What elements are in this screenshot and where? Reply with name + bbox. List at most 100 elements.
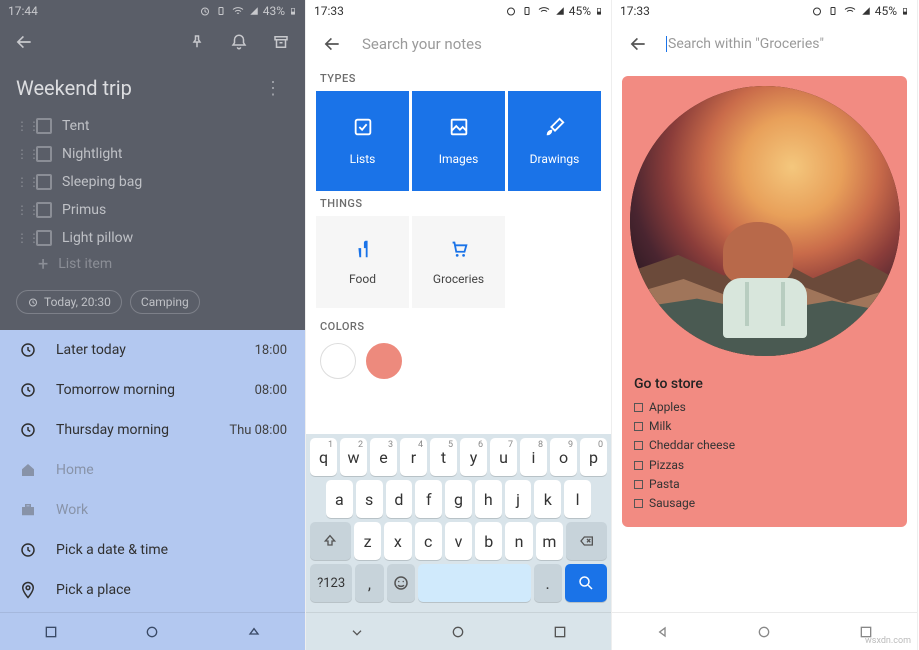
more-button[interactable]: ⋮ [257, 72, 289, 104]
reminder-chip[interactable]: Today, 20:30 [16, 290, 122, 314]
thing-groceries[interactable]: Groceries [412, 216, 505, 308]
note-toolbar [0, 22, 305, 62]
label-chip[interactable]: Camping [130, 290, 200, 314]
key-h[interactable]: h [475, 480, 502, 518]
color-white[interactable] [320, 343, 356, 379]
nav-bar [306, 612, 611, 650]
thing-food[interactable]: Food [316, 216, 409, 308]
note-title[interactable]: Weekend trip [16, 76, 132, 100]
key-b[interactable]: b [475, 522, 502, 560]
checkbox[interactable] [36, 230, 52, 246]
pick-date-time[interactable]: Pick a date & time [0, 530, 305, 570]
key-e[interactable]: e3 [370, 438, 397, 476]
key-j[interactable]: j [505, 480, 532, 518]
key-space[interactable] [418, 564, 531, 602]
reminder-home[interactable]: Home [0, 450, 305, 490]
color-coral[interactable] [366, 343, 402, 379]
drag-handle-icon[interactable]: ⋮⋮ [16, 119, 26, 133]
reminder-button[interactable] [223, 26, 255, 58]
key-l[interactable]: l [564, 480, 591, 518]
key-g[interactable]: g [445, 480, 472, 518]
nav-keyboard-hide[interactable] [349, 624, 365, 640]
drag-handle-icon[interactable]: ⋮⋮ [16, 231, 26, 245]
key-i[interactable]: i8 [520, 438, 547, 476]
reminder-later-today[interactable]: Later today 18:00 [0, 330, 305, 370]
status-time: 17:44 [8, 4, 38, 18]
key-f[interactable]: f [415, 480, 442, 518]
key-p[interactable]: p0 [580, 438, 607, 476]
list-item[interactable]: ⋮⋮Tent [0, 112, 305, 140]
archive-button[interactable] [265, 26, 297, 58]
note-title-row: Weekend trip ⋮ [0, 62, 305, 112]
pin-button[interactable] [181, 26, 213, 58]
nav-home[interactable] [450, 624, 466, 640]
key-u[interactable]: u7 [490, 438, 517, 476]
key-w[interactable]: w2 [340, 438, 367, 476]
signal-icon [249, 5, 259, 17]
key-search[interactable] [565, 564, 607, 602]
key-c[interactable]: c [415, 522, 442, 560]
checkbox[interactable] [36, 146, 52, 162]
key-o[interactable]: o9 [550, 438, 577, 476]
drag-handle-icon[interactable]: ⋮⋮ [16, 203, 26, 217]
nav-home[interactable] [144, 624, 160, 640]
search-input[interactable]: Search within "Groceries" [668, 36, 824, 52]
types-grid: Lists Images Drawings [306, 91, 611, 191]
add-list-item[interactable]: +List item [0, 252, 305, 282]
type-lists[interactable]: Lists [316, 91, 409, 191]
nav-recent[interactable] [552, 624, 568, 640]
note-card[interactable]: Go to store Apples Milk Cheddar cheese P… [622, 76, 907, 527]
list-item[interactable]: ⋮⋮Primus [0, 196, 305, 224]
back-button[interactable] [316, 28, 348, 60]
reminder-tomorrow[interactable]: Tomorrow morning 08:00 [0, 370, 305, 410]
nav-back[interactable] [655, 624, 671, 640]
key-s[interactable]: s [356, 480, 383, 518]
key-period[interactable]: . [534, 564, 562, 602]
back-button[interactable] [8, 26, 40, 58]
key-emoji[interactable] [387, 564, 415, 602]
key-v[interactable]: v [445, 522, 472, 560]
keyboard-row-3: z x c v b n m [310, 522, 607, 560]
nav-back[interactable] [43, 624, 59, 640]
nav-recent[interactable] [246, 624, 262, 640]
key-m[interactable]: m [536, 522, 563, 560]
things-grid: Food Groceries [306, 216, 611, 314]
checkbox[interactable] [36, 174, 52, 190]
key-backspace[interactable] [566, 522, 607, 560]
battery-text: 45% [875, 4, 897, 18]
key-symbols[interactable]: ?123 [310, 564, 352, 602]
list-item[interactable]: ⋮⋮Light pillow [0, 224, 305, 252]
key-n[interactable]: n [505, 522, 532, 560]
key-a[interactable]: a [326, 480, 353, 518]
pick-place[interactable]: Pick a place [0, 570, 305, 610]
list-item[interactable]: ⋮⋮Sleeping bag [0, 168, 305, 196]
key-q[interactable]: q1 [310, 438, 337, 476]
back-button[interactable] [622, 28, 654, 60]
key-shift[interactable] [310, 522, 351, 560]
reminder-work[interactable]: Work [0, 490, 305, 530]
key-r[interactable]: r4 [400, 438, 427, 476]
reminder-picker-sheet: Later today 18:00 Tomorrow morning 08:00… [0, 330, 305, 650]
key-y[interactable]: y6 [460, 438, 487, 476]
checkbox-icon [352, 116, 374, 138]
key-z[interactable]: z [354, 522, 381, 560]
cart-icon [448, 238, 470, 260]
type-images[interactable]: Images [412, 91, 505, 191]
key-k[interactable]: k [534, 480, 561, 518]
type-drawings[interactable]: Drawings [508, 91, 601, 191]
drag-handle-icon[interactable]: ⋮⋮ [16, 147, 26, 161]
checkbox[interactable] [36, 118, 52, 134]
search-input[interactable]: Search your notes [362, 35, 482, 53]
battery-icon [289, 5, 297, 17]
phone-keep-groceries: 17:33 45% Search within "Groceries" [612, 0, 918, 650]
vibrate-icon [521, 5, 533, 17]
key-d[interactable]: d [386, 480, 413, 518]
checkbox[interactable] [36, 202, 52, 218]
drag-handle-icon[interactable]: ⋮⋮ [16, 175, 26, 189]
list-item[interactable]: ⋮⋮Nightlight [0, 140, 305, 168]
key-x[interactable]: x [384, 522, 411, 560]
nav-home[interactable] [756, 624, 772, 640]
reminder-thursday[interactable]: Thursday morning Thu 08:00 [0, 410, 305, 450]
key-comma[interactable]: , [355, 564, 383, 602]
key-t[interactable]: t5 [430, 438, 457, 476]
